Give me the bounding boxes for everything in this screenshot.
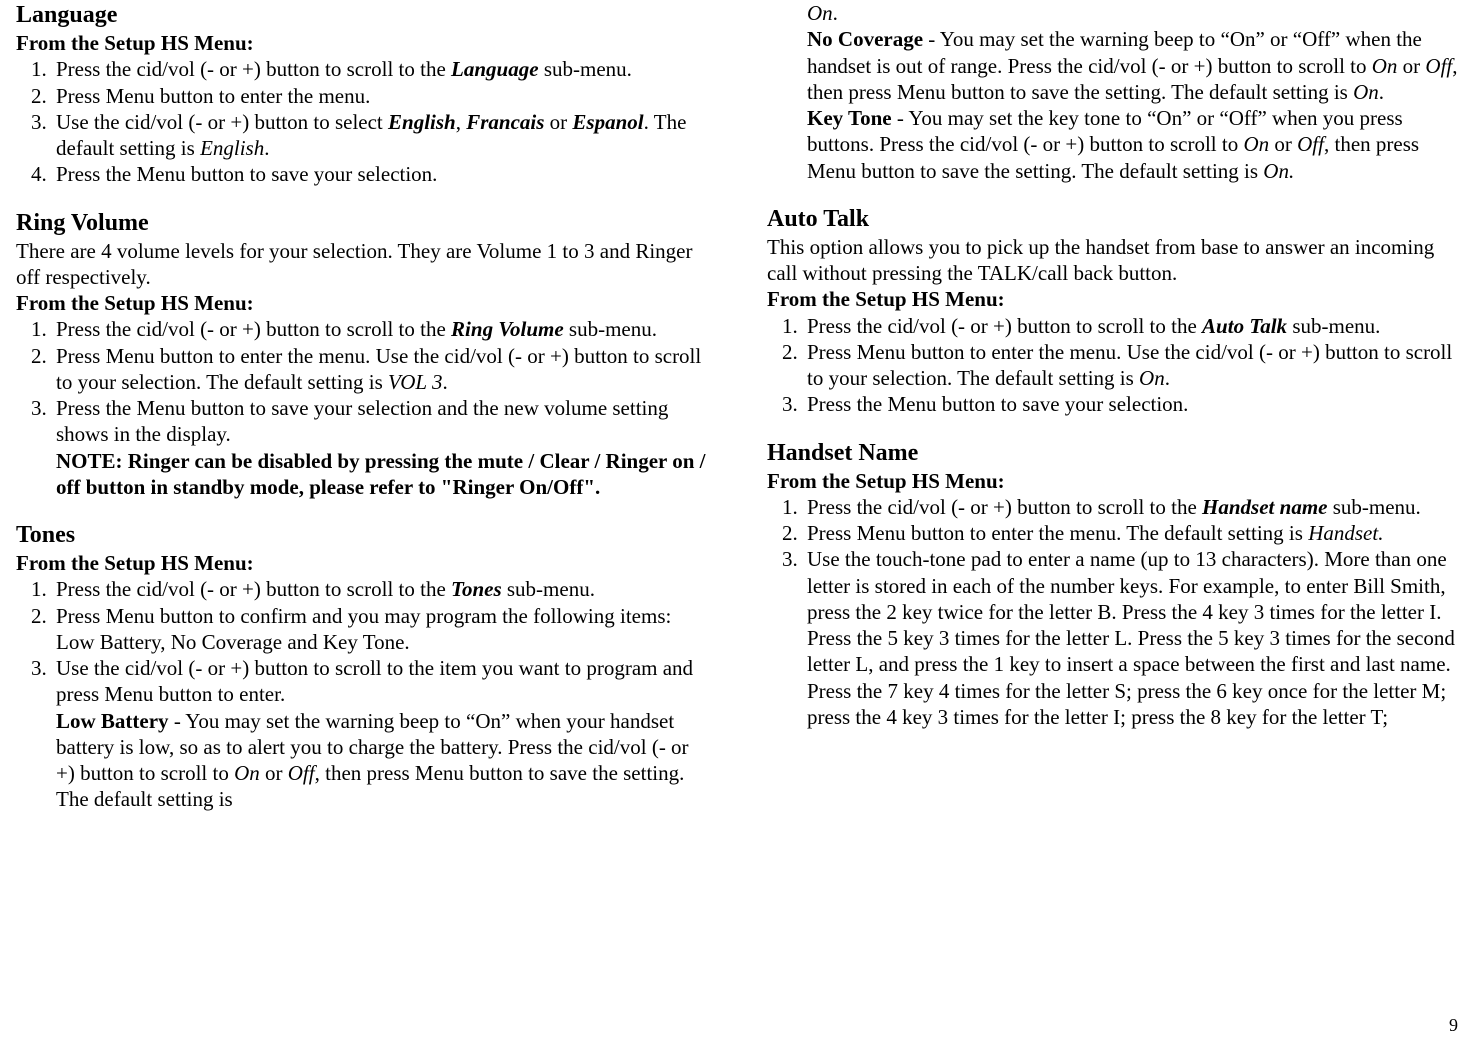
subheading-from-setup: From the Setup HS Menu:	[16, 290, 707, 316]
text: Use the cid/vol (- or +) button to selec…	[56, 110, 388, 134]
option-off: Off	[1425, 54, 1452, 78]
note-text: NOTE: Ringer can be disabled by pressing…	[56, 449, 706, 499]
subheading-from-setup: From the Setup HS Menu:	[16, 30, 707, 56]
option-francais: Francais	[466, 110, 544, 134]
ring-steps: Press the cid/vol (- or +) button to scr…	[16, 316, 707, 500]
text: .	[264, 136, 269, 160]
list-item: Press the Menu button to save your selec…	[803, 391, 1458, 417]
heading-tones: Tones	[16, 520, 707, 550]
text: or	[1269, 132, 1297, 156]
list-item: Press the Menu button to save your selec…	[52, 395, 707, 500]
default-setting: On.	[1263, 159, 1294, 183]
option-on: On	[1372, 54, 1398, 78]
list-item: Press the cid/vol (- or +) button to scr…	[52, 316, 707, 342]
continuation-block: On. No Coverage - You may set the warnin…	[807, 0, 1458, 184]
menu-name: Ring Volume	[451, 317, 564, 341]
document-page: Language From the Setup HS Menu: Press t…	[0, 0, 1474, 1042]
default-setting: English	[200, 136, 264, 160]
text: Press Menu button to enter the menu. Use…	[56, 344, 701, 394]
default-setting: Handset.	[1308, 521, 1383, 545]
subheading-from-setup: From the Setup HS Menu:	[767, 468, 1458, 494]
text: ,	[456, 110, 467, 134]
menu-name: Language	[451, 57, 539, 81]
tones-steps: Press the cid/vol (- or +) button to scr…	[16, 576, 707, 812]
heading-ring-volume: Ring Volume	[16, 208, 707, 238]
text: Press the Menu button to save your selec…	[56, 396, 668, 446]
list-item: Press the cid/vol (- or +) button to scr…	[803, 494, 1458, 520]
handset-name-steps: Press the cid/vol (- or +) button to scr…	[767, 494, 1458, 730]
list-item: Press Menu button to enter the menu. The…	[803, 520, 1458, 546]
heading-auto-talk: Auto Talk	[767, 204, 1458, 234]
option-english: English	[388, 110, 456, 134]
option-on: On	[234, 761, 260, 785]
key-tone-label: Key Tone	[807, 106, 892, 130]
text: .	[442, 370, 447, 394]
list-item: Press Menu button to enter the menu. Use…	[803, 339, 1458, 392]
menu-name: Tones	[451, 577, 502, 601]
text: sub-menu.	[1287, 314, 1380, 338]
list-item: Press Menu button to confirm and you may…	[52, 603, 707, 656]
text: Press the cid/vol (- or +) button to scr…	[807, 495, 1202, 519]
option-off: Off	[288, 761, 315, 785]
list-item: Press the cid/vol (- or +) button to scr…	[52, 576, 707, 602]
default-setting: On	[1353, 80, 1379, 104]
right-column: On. No Coverage - You may set the warnin…	[737, 0, 1466, 1042]
menu-name: Auto Talk	[1202, 314, 1287, 338]
text: or	[544, 110, 572, 134]
list-item: Use the cid/vol (- or +) button to scrol…	[52, 655, 707, 813]
no-coverage-label: No Coverage	[807, 27, 923, 51]
list-item: Press the cid/vol (- or +) button to scr…	[803, 313, 1458, 339]
subheading-from-setup: From the Setup HS Menu:	[767, 286, 1458, 312]
text: sub-menu.	[502, 577, 595, 601]
option-on: On	[1243, 132, 1269, 156]
text: Press Menu button to enter the menu. The…	[807, 521, 1308, 545]
text: .	[1379, 80, 1384, 104]
default-setting: VOL 3	[388, 370, 442, 394]
text: Press the cid/vol (- or +) button to scr…	[56, 57, 451, 81]
list-item: Press Menu button to enter the menu. Use…	[52, 343, 707, 396]
text: Press the cid/vol (- or +) button to scr…	[56, 577, 451, 601]
text: sub-menu.	[564, 317, 657, 341]
text: Press the cid/vol (- or +) button to scr…	[807, 314, 1202, 338]
text: .	[833, 1, 838, 25]
menu-name: Handset name	[1202, 495, 1327, 519]
option-off: Off	[1297, 132, 1324, 156]
text: Press Menu button to enter the menu. Use…	[807, 340, 1452, 390]
heading-handset-name: Handset Name	[767, 438, 1458, 468]
text: sub-menu.	[1327, 495, 1420, 519]
text: or	[1397, 54, 1425, 78]
text: .	[1165, 366, 1170, 390]
subheading-from-setup: From the Setup HS Menu:	[16, 550, 707, 576]
list-item: Use the cid/vol (- or +) button to selec…	[52, 109, 707, 162]
auto-talk-steps: Press the cid/vol (- or +) button to scr…	[767, 313, 1458, 418]
list-item: Press the cid/vol (- or +) button to scr…	[52, 56, 707, 82]
left-column: Language From the Setup HS Menu: Press t…	[8, 0, 737, 1042]
option-on: On	[807, 1, 833, 25]
list-item: Press Menu button to enter the menu.	[52, 83, 707, 109]
list-item: Press the Menu button to save your selec…	[52, 161, 707, 187]
language-steps: Press the cid/vol (- or +) button to scr…	[16, 56, 707, 187]
list-item: Use the touch-tone pad to enter a name (…	[803, 546, 1458, 730]
text: Press the cid/vol (- or +) button to scr…	[56, 317, 451, 341]
default-setting: On	[1139, 366, 1165, 390]
text: or	[260, 761, 288, 785]
page-number: 9	[1449, 1015, 1458, 1036]
ring-intro-text: There are 4 volume levels for your selec…	[16, 238, 707, 291]
text: Use the cid/vol (- or +) button to scrol…	[56, 656, 693, 706]
text: sub-menu.	[539, 57, 632, 81]
low-battery-label: Low Battery	[56, 709, 169, 733]
heading-language: Language	[16, 0, 707, 30]
option-espanol: Espanol	[572, 110, 643, 134]
auto-talk-intro: This option allows you to pick up the ha…	[767, 234, 1458, 287]
